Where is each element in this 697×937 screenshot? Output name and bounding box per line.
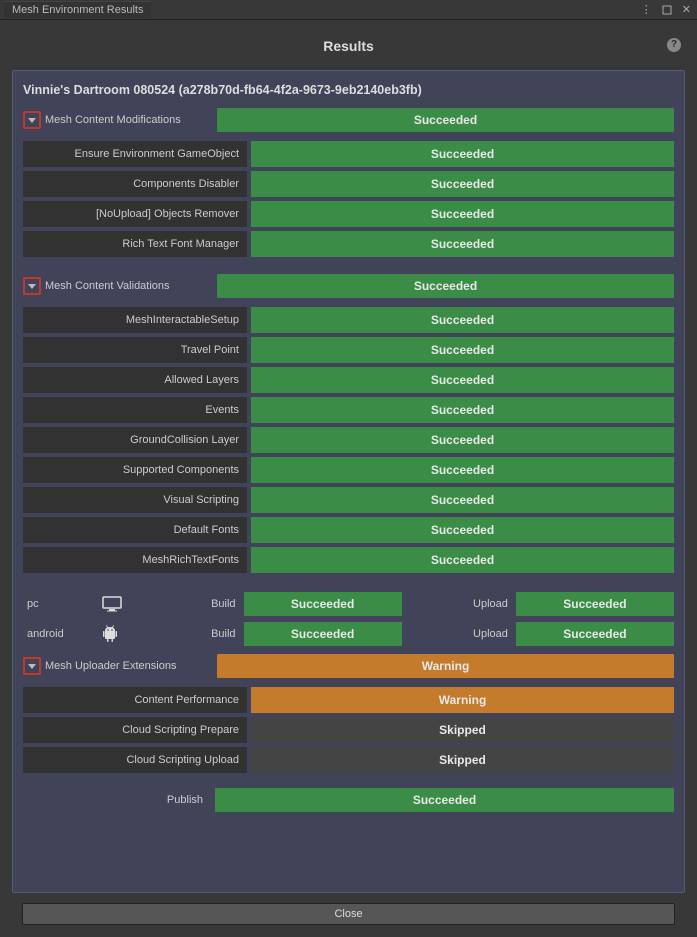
publish-label: Publish [23, 794, 211, 806]
status-badge: Succeeded [251, 337, 674, 363]
expand-toggle[interactable] [23, 111, 41, 129]
result-label: Cloud Scripting Prepare [23, 717, 247, 743]
menu-icon[interactable]: ⋮ [639, 3, 654, 16]
section-validations[interactable]: Mesh Content Validations Succeeded [23, 273, 674, 299]
status-badge: Succeeded [215, 788, 674, 812]
result-label: Cloud Scripting Upload [23, 747, 247, 773]
status-badge: Succeeded [251, 457, 674, 483]
result-label: Rich Text Font Manager [23, 231, 247, 257]
section-label: Mesh Content Validations [45, 280, 213, 292]
result-label: Allowed Layers [23, 367, 247, 393]
section-label: Mesh Content Modifications [45, 114, 213, 126]
result-row: Allowed LayersSucceeded [23, 367, 674, 393]
status-badge: Succeeded [251, 367, 674, 393]
result-label: [NoUpload] Objects Remover [23, 201, 247, 227]
status-badge: Succeeded [251, 307, 674, 333]
result-row: Default FontsSucceeded [23, 517, 674, 543]
result-row: Supported ComponentsSucceeded [23, 457, 674, 483]
results-panel: Vinnie's Dartroom 080524 (a278b70d-fb64-… [12, 70, 685, 893]
upload-label: Upload [406, 628, 512, 640]
expand-toggle[interactable] [23, 277, 41, 295]
status-badge: Succeeded [251, 141, 674, 167]
result-row: EventsSucceeded [23, 397, 674, 423]
result-row: MeshInteractableSetupSucceeded [23, 307, 674, 333]
expand-toggle[interactable] [23, 657, 41, 675]
result-label: Visual Scripting [23, 487, 247, 513]
titlebar: Mesh Environment Results ⋮ ✕ [0, 0, 697, 20]
status-badge: Succeeded [251, 547, 674, 573]
result-label: GroundCollision Layer [23, 427, 247, 453]
result-row: MeshRichTextFontsSucceeded [23, 547, 674, 573]
result-row: Content PerformanceWarning [23, 687, 674, 713]
status-badge: Succeeded [251, 487, 674, 513]
status-badge: Warning [251, 687, 674, 713]
status-badge: Succeeded [251, 201, 674, 227]
chevron-down-icon [28, 664, 36, 669]
status-badge: Succeeded [251, 517, 674, 543]
publish-row: Publish Succeeded [23, 787, 674, 813]
status-badge: Skipped [251, 747, 674, 773]
result-label: Events [23, 397, 247, 423]
result-row: Ensure Environment GameObjectSucceeded [23, 141, 674, 167]
result-row: GroundCollision LayerSucceeded [23, 427, 674, 453]
status-badge: Succeeded [217, 108, 674, 132]
panel-header: Results ? [12, 32, 685, 64]
result-row: Rich Text Font ManagerSucceeded [23, 231, 674, 257]
platform-name: pc [23, 598, 98, 610]
result-label: Components Disabler [23, 171, 247, 197]
result-row: Components DisablerSucceeded [23, 171, 674, 197]
build-label: Build [133, 628, 239, 640]
result-label: Ensure Environment GameObject [23, 141, 247, 167]
status-badge: Succeeded [244, 622, 402, 646]
result-label: Default Fonts [23, 517, 247, 543]
page-title: Results [323, 38, 374, 54]
platform-row: pc Build Succeeded Upload Succeeded [23, 591, 674, 617]
section-uploader[interactable]: Mesh Uploader Extensions Warning [23, 653, 674, 679]
chevron-down-icon [28, 118, 36, 123]
status-badge: Succeeded [516, 622, 674, 646]
close-button[interactable]: Close [22, 903, 675, 925]
result-row: Cloud Scripting UploadSkipped [23, 747, 674, 773]
platform-row: android Build Succeeded Upload Succeeded [23, 621, 674, 647]
status-badge: Succeeded [251, 231, 674, 257]
result-row: [NoUpload] Objects RemoverSucceeded [23, 201, 674, 227]
result-label: Travel Point [23, 337, 247, 363]
upload-label: Upload [406, 598, 512, 610]
build-label: Build [133, 598, 239, 610]
window-tab[interactable]: Mesh Environment Results [4, 1, 151, 18]
platform-name: android [23, 628, 98, 640]
monitor-icon [102, 596, 129, 612]
close-window-icon[interactable]: ✕ [680, 3, 693, 16]
result-label: Content Performance [23, 687, 247, 713]
result-row: Visual ScriptingSucceeded [23, 487, 674, 513]
result-row: Cloud Scripting PrepareSkipped [23, 717, 674, 743]
android-icon [102, 625, 129, 643]
result-label: MeshInteractableSetup [23, 307, 247, 333]
result-label: Supported Components [23, 457, 247, 483]
status-badge: Succeeded [217, 274, 674, 298]
status-badge: Succeeded [251, 171, 674, 197]
result-row: Travel PointSucceeded [23, 337, 674, 363]
status-badge: Succeeded [251, 427, 674, 453]
help-icon[interactable]: ? [667, 38, 681, 52]
section-label: Mesh Uploader Extensions [45, 660, 213, 672]
result-label: MeshRichTextFonts [23, 547, 247, 573]
status-badge: Succeeded [244, 592, 402, 616]
section-modifications[interactable]: Mesh Content Modifications Succeeded [23, 107, 674, 133]
maximize-icon[interactable] [660, 5, 674, 15]
chevron-down-icon [28, 284, 36, 289]
project-title: Vinnie's Dartroom 080524 (a278b70d-fb64-… [23, 81, 674, 101]
status-badge: Succeeded [516, 592, 674, 616]
status-badge: Warning [217, 654, 674, 678]
status-badge: Succeeded [251, 397, 674, 423]
status-badge: Skipped [251, 717, 674, 743]
